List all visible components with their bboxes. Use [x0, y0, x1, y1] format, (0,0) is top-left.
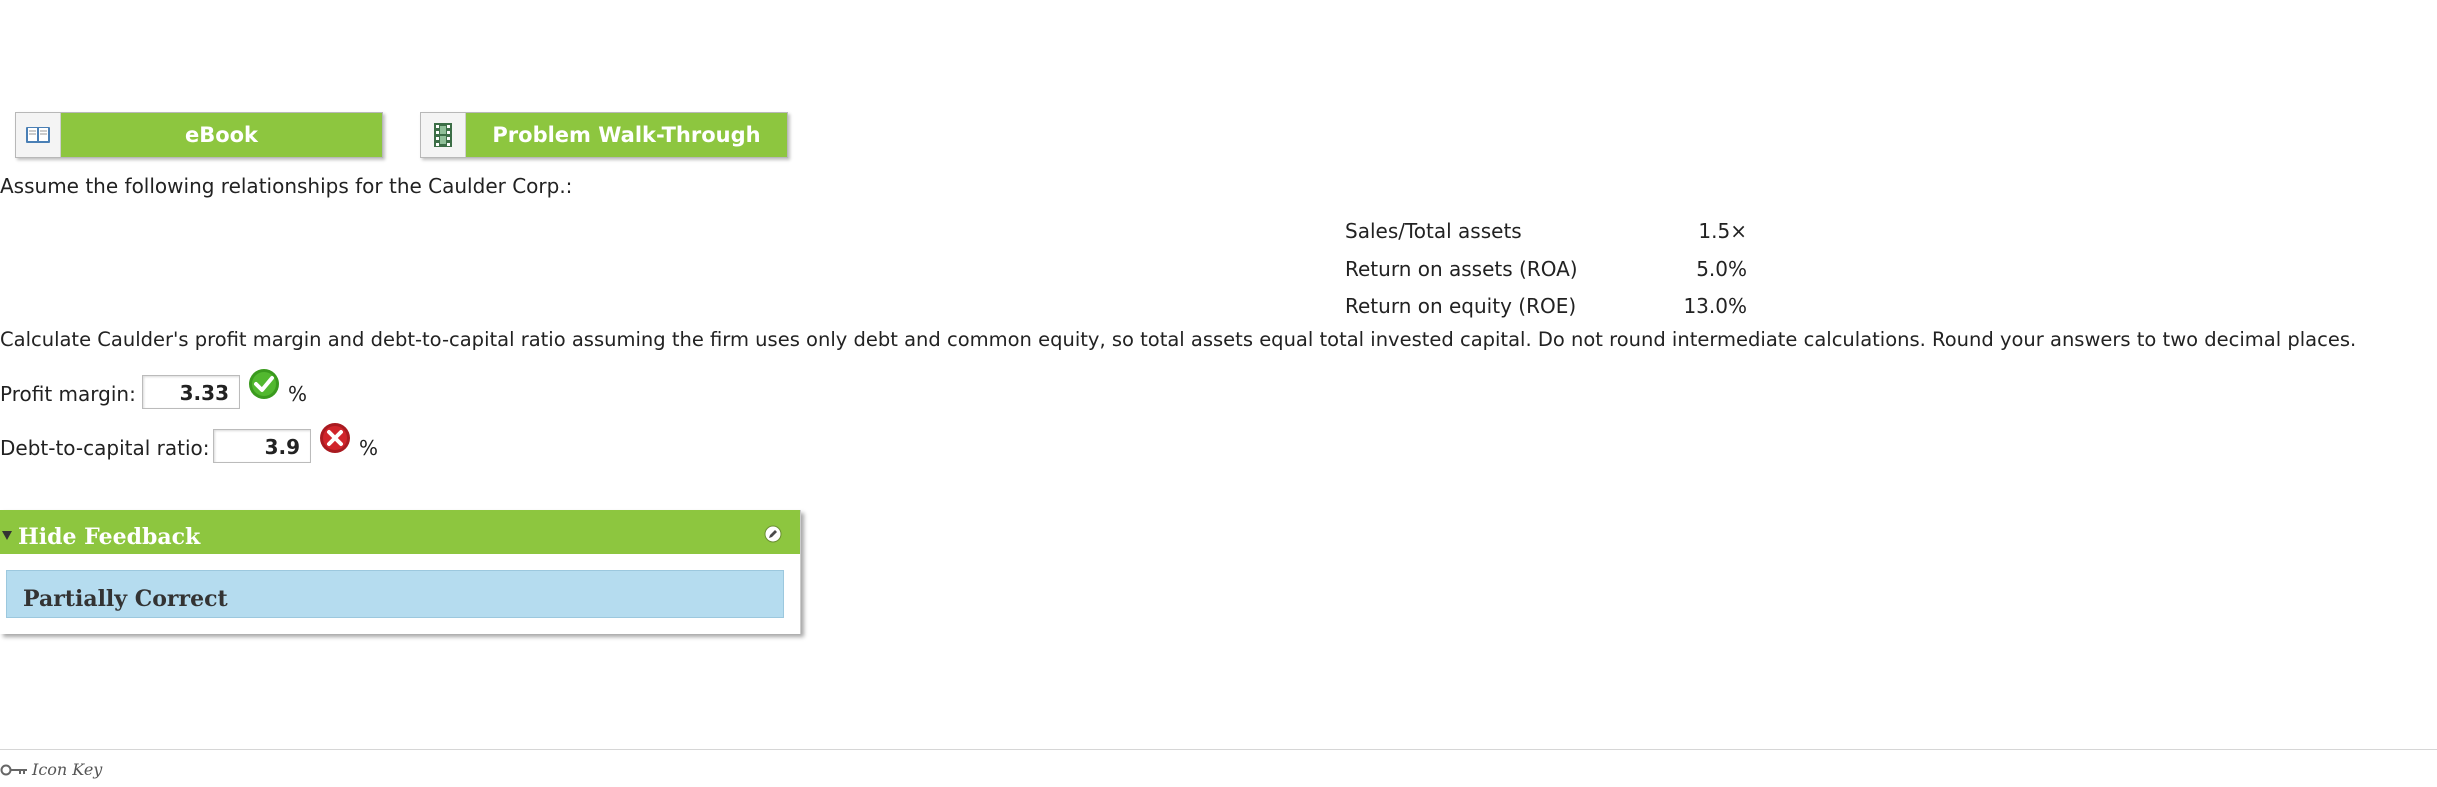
divider [0, 749, 2437, 750]
ratio-label: Sales/Total assets [1345, 219, 1522, 243]
ratio-value: 13.0% [1683, 294, 1747, 318]
ratio-value: 1.5× [1698, 219, 1747, 243]
ratio-label: Return on equity (ROE) [1345, 294, 1577, 318]
profit-margin-unit: % [288, 382, 308, 406]
triangle-down-icon [2, 522, 12, 546]
incorrect-x-icon [319, 422, 351, 459]
hide-feedback-toggle[interactable]: Hide Feedback [0, 510, 800, 554]
problem-walkthrough-button[interactable]: Problem Walk-Through [420, 112, 788, 158]
book-icon [16, 113, 61, 157]
ebook-button[interactable]: eBook [15, 112, 383, 158]
ebook-label: eBook [61, 113, 382, 157]
profit-margin-label: Profit margin: [0, 382, 136, 406]
correct-check-icon [248, 368, 280, 405]
debt-to-capital-unit: % [359, 436, 379, 460]
edit-icon[interactable] [764, 524, 782, 548]
question-instruction: Calculate Caulder's profit margin and de… [0, 328, 2357, 351]
problem-walkthrough-label: Problem Walk-Through [466, 113, 787, 157]
icon-key-label: Icon Key [32, 760, 103, 779]
ratio-value: 5.0% [1696, 257, 1747, 281]
feedback-status-text: Partially Correct [23, 586, 228, 612]
icon-key-link[interactable]: Icon Key [0, 760, 102, 779]
ratio-label: Return on assets (ROA) [1345, 257, 1578, 281]
question-intro: Assume the following relationships for t… [0, 174, 573, 198]
feedback-panel: Hide Feedback Partially Correct [0, 510, 801, 634]
key-icon [0, 764, 27, 775]
film-icon [421, 113, 466, 157]
debt-to-capital-input[interactable]: 3.9 [213, 429, 311, 463]
hide-feedback-label: Hide Feedback [18, 524, 201, 550]
feedback-status: Partially Correct [6, 570, 784, 618]
profit-margin-input[interactable]: 3.33 [142, 375, 240, 409]
debt-to-capital-label: Debt-to-capital ratio: [0, 436, 210, 460]
